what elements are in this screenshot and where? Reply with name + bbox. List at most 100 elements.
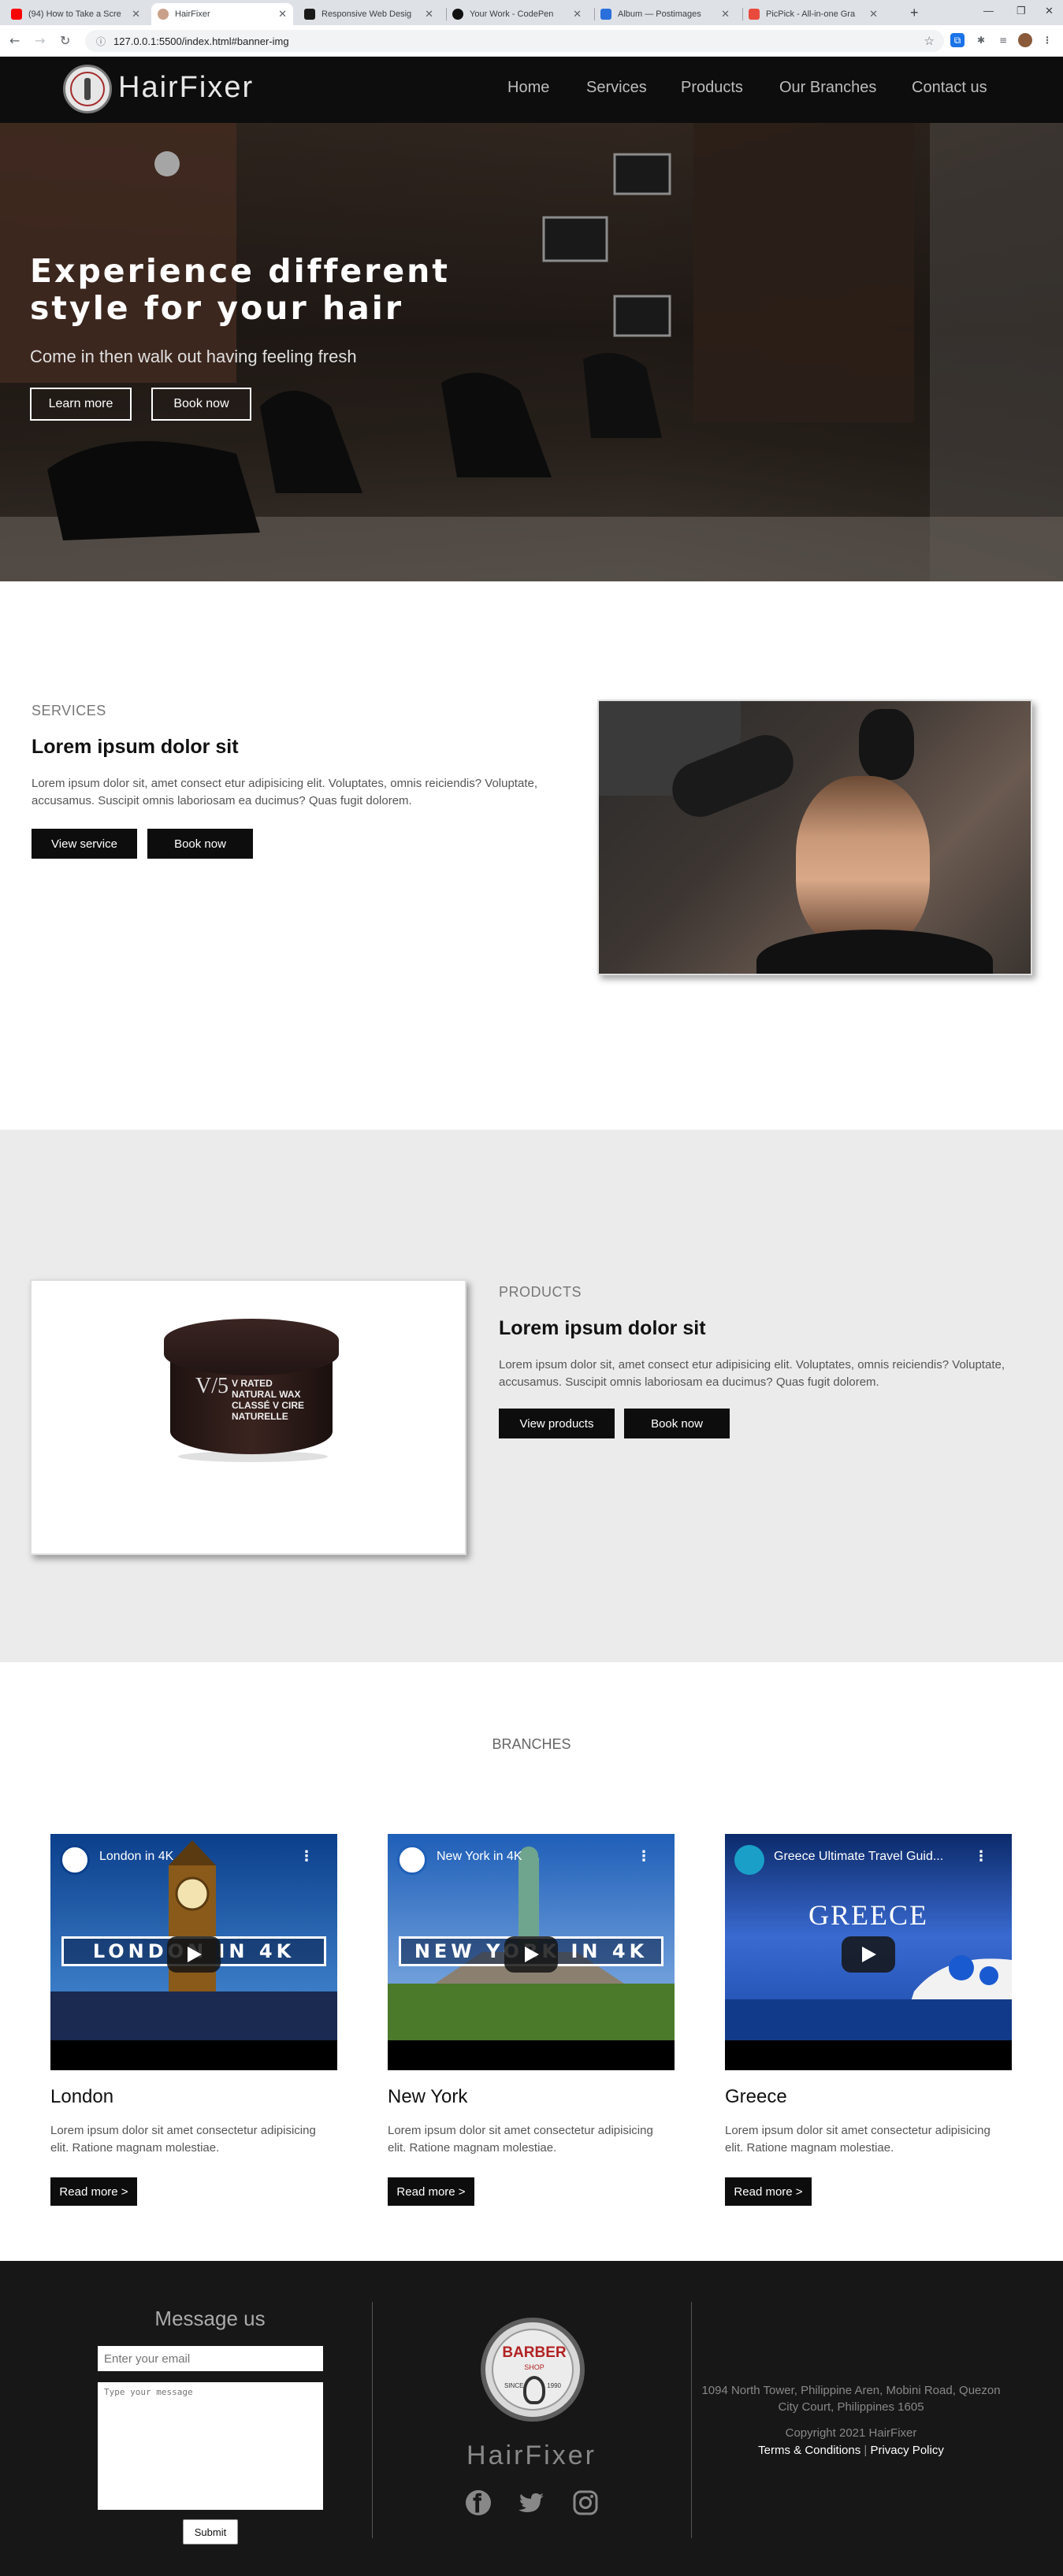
nav-our-branches[interactable]: Our Branches: [779, 79, 876, 97]
extension-icon[interactable]: ⧉: [950, 33, 965, 47]
play-button-icon[interactable]: [842, 1936, 895, 1973]
services-title: Lorem ipsum dolor sit: [32, 736, 239, 758]
instagram-icon[interactable]: [572, 2489, 599, 2516]
twitter-icon[interactable]: [518, 2489, 545, 2516]
close-icon[interactable]: ✕: [278, 8, 287, 20]
hero-book-now-button[interactable]: Book now: [151, 388, 251, 421]
video-title[interactable]: Greece Ultimate Travel Guid...: [774, 1850, 943, 1864]
products-description: Lorem ipsum dolor sit, amet consect etur…: [499, 1358, 1005, 1389]
london-video-embed[interactable]: London in 4K ⋮ LONDON IN 4K: [50, 1834, 337, 2070]
channel-avatar-icon[interactable]: [397, 1845, 427, 1875]
reading-list-icon[interactable]: ≡: [996, 33, 1010, 47]
new-york-video-embed[interactable]: New York in 4K ⋮ NEW YORK IN 4K: [388, 1834, 675, 2070]
reload-icon[interactable]: ↻: [60, 33, 70, 48]
minimize-icon[interactable]: —: [983, 5, 994, 17]
address-bar[interactable]: ⓘ 127.0.0.1:5500/index.html#banner-img ☆: [85, 30, 944, 52]
privacy-link[interactable]: Privacy Policy: [870, 2444, 943, 2457]
branch-description-new-york: Lorem ipsum dolor sit amet consectetur a…: [388, 2124, 653, 2155]
greece-video-embed[interactable]: Greece Ultimate Travel Guid... ⋮ GREECE: [725, 1834, 1012, 2070]
nav-products[interactable]: Products: [681, 79, 743, 97]
services-description: Lorem ipsum dolor sit, amet consect etur…: [32, 777, 537, 807]
youtube-favicon-icon: [11, 9, 22, 20]
video-menu-icon[interactable]: ⋮: [637, 1848, 651, 1865]
hero-title: Experience different style for your hair: [30, 252, 450, 327]
close-icon[interactable]: ✕: [869, 8, 878, 20]
video-banner-text: GREECE: [808, 1899, 928, 1931]
footer-divider: [691, 2302, 692, 2538]
read-more-greece-button[interactable]: Read more >: [725, 2177, 812, 2206]
video-title[interactable]: New York in 4K: [437, 1850, 522, 1864]
back-arrow-icon[interactable]: ←: [9, 33, 20, 48]
services-book-now-button[interactable]: Book now: [147, 829, 253, 859]
jar-logo: V/5: [195, 1374, 229, 1398]
profile-avatar-icon[interactable]: [1018, 33, 1032, 47]
submit-button[interactable]: Submit: [183, 2519, 238, 2544]
close-icon[interactable]: ✕: [573, 8, 582, 20]
view-products-button[interactable]: View products: [499, 1409, 615, 1438]
play-button-icon[interactable]: [504, 1936, 558, 1973]
puzzle-extensions-icon[interactable]: ✱: [974, 33, 988, 47]
branch-name-london: London: [50, 2086, 114, 2107]
play-button-icon[interactable]: [167, 1936, 221, 1973]
forward-arrow-icon[interactable]: →: [35, 33, 45, 48]
close-icon[interactable]: ✕: [425, 8, 433, 20]
video-title[interactable]: London in 4K: [99, 1850, 173, 1864]
menu-kebab-icon[interactable]: ⋮: [1040, 33, 1054, 47]
browser-tab[interactable]: Responsive Web Desig ✕: [298, 3, 440, 25]
tab-label: PicPick - All-in-one Gra: [766, 9, 856, 19]
browser-tab[interactable]: Album — Postimages ✕: [594, 3, 736, 25]
hero-banner: Experience different style for your hair…: [0, 123, 1063, 581]
channel-avatar-icon[interactable]: [60, 1845, 90, 1875]
tab-label: (94) How to Take a Scre: [28, 9, 121, 19]
hairfixer-favicon-icon: [158, 9, 169, 20]
site-info-icon[interactable]: ⓘ: [96, 35, 106, 48]
site-footer: Message us Submit BARBER SHOP SINCE 1990…: [0, 2261, 1063, 2576]
read-more-new-york-button[interactable]: Read more >: [388, 2177, 474, 2206]
view-service-button[interactable]: View service: [32, 829, 137, 859]
branch-name-new-york: New York: [388, 2086, 468, 2107]
jar-label: V RATED NATURAL WAX CLASSÉ V CIRE NATURE…: [232, 1378, 305, 1422]
barber-logo-icon[interactable]: [63, 65, 112, 113]
nav-contact-us[interactable]: Contact us: [912, 79, 987, 97]
close-icon[interactable]: ✕: [132, 8, 140, 20]
brand-name[interactable]: HairFixer: [118, 71, 254, 105]
tab-label: Album — Postimages: [618, 9, 701, 19]
nav-home[interactable]: Home: [507, 79, 549, 97]
nav-services[interactable]: Services: [586, 79, 647, 97]
browser-tab[interactable]: Your Work - CodePen ✕: [446, 3, 588, 25]
browser-tab[interactable]: PicPick - All-in-one Gra ✕: [742, 3, 884, 25]
maximize-icon[interactable]: ❐: [1017, 5, 1026, 17]
close-icon[interactable]: ✕: [721, 8, 730, 20]
branch-name-greece: Greece: [725, 2086, 787, 2107]
channel-avatar-icon[interactable]: [734, 1845, 764, 1875]
new-tab-icon[interactable]: +: [910, 5, 919, 21]
tab-label: HairFixer: [175, 9, 210, 19]
email-input[interactable]: [98, 2346, 323, 2371]
logo-since: SINCE: [504, 2382, 524, 2389]
bookmark-star-icon[interactable]: ☆: [924, 34, 935, 48]
barber-service-photo: [597, 700, 1032, 975]
video-menu-icon[interactable]: ⋮: [299, 1848, 314, 1865]
browser-tab[interactable]: (94) How to Take a Scre ✕: [5, 3, 147, 25]
read-more-london-button[interactable]: Read more >: [50, 2177, 137, 2206]
products-section: V/5 V RATED NATURAL WAX CLASSÉ V CIRE NA…: [0, 1130, 1063, 1662]
postimages-favicon-icon: [600, 9, 611, 20]
logo-word: BARBER: [502, 2344, 567, 2361]
video-menu-icon[interactable]: ⋮: [974, 1848, 988, 1865]
footer-divider: [372, 2302, 373, 2538]
products-book-now-button[interactable]: Book now: [624, 1409, 730, 1438]
services-kicker: SERVICES: [32, 703, 106, 718]
tab-label: Your Work - CodePen: [470, 9, 554, 19]
window-close-icon[interactable]: ✕: [1045, 5, 1054, 17]
terms-link[interactable]: Terms & Conditions: [758, 2444, 860, 2457]
branch-description-london: Lorem ipsum dolor sit amet consectetur a…: [50, 2124, 316, 2155]
site-favicon-icon: [304, 9, 315, 20]
logo-shop: SHOP: [524, 2363, 545, 2371]
browser-tab-active[interactable]: HairFixer ✕: [151, 3, 293, 25]
copyright-text: Copyright 2021 HairFixer: [785, 2426, 917, 2440]
browser-tab-bar: (94) How to Take a Scre ✕ HairFixer ✕ Re…: [0, 0, 1063, 25]
learn-more-button[interactable]: Learn more: [30, 388, 132, 421]
facebook-icon[interactable]: [465, 2489, 492, 2516]
site-header: HairFixer Home Services Products Our Bra…: [0, 57, 1063, 123]
legal-links: Terms & Conditions | Privacy Policy: [693, 2444, 1009, 2457]
